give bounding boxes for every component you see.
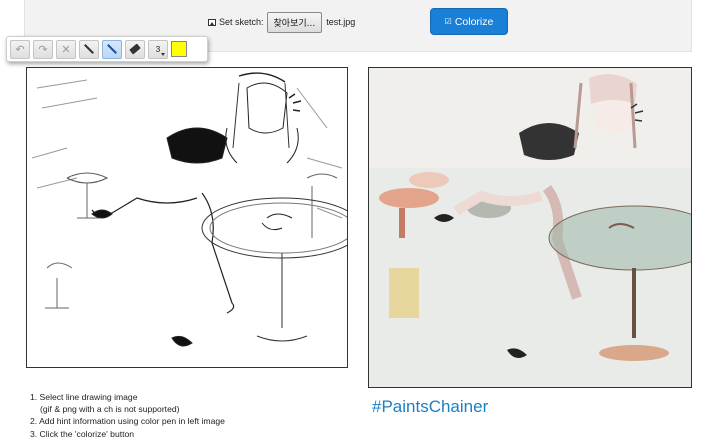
set-sketch-label: Set sketch: bbox=[219, 17, 264, 27]
colorize-label: Colorize bbox=[454, 15, 494, 28]
instruction-item: (gif & png with a ch is not supported) bbox=[40, 404, 180, 415]
instructions-list: 1. Select line drawing image (gif & png … bbox=[30, 391, 225, 440]
instruction-item: 3. Click the 'colorize' button bbox=[30, 428, 135, 439]
brand-hashtag: #PaintsChainer bbox=[372, 397, 489, 416]
pen-size-select[interactable]: 3 bbox=[148, 39, 168, 59]
redo-icon: ↷ bbox=[38, 43, 48, 56]
eraser-icon bbox=[129, 43, 141, 55]
x-icon: ✕ bbox=[61, 43, 71, 56]
undo-button[interactable]: ↶ bbox=[10, 39, 30, 59]
undo-icon: ↶ bbox=[15, 43, 25, 56]
image-icon bbox=[208, 18, 216, 26]
file-browse-button[interactable]: 찾아보기... bbox=[266, 11, 323, 33]
pen-tool-button[interactable] bbox=[102, 39, 122, 59]
colorize-button[interactable]: ☑ Colorize bbox=[430, 8, 508, 35]
colorized-illustration bbox=[369, 68, 691, 387]
colorized-result bbox=[368, 67, 692, 388]
pen-icon bbox=[107, 44, 117, 54]
drawing-toolbar: ↶ ↷ ✕ 3 bbox=[6, 36, 208, 62]
instruction-item: 2. Add hint information using color pen … bbox=[30, 416, 225, 427]
set-sketch-row: Set sketch: 찾아보기... test.jpg bbox=[208, 11, 356, 33]
eraser-tool-button[interactable] bbox=[125, 39, 145, 59]
line-tool-button[interactable] bbox=[79, 39, 99, 59]
check-icon: ☑ bbox=[444, 17, 452, 26]
redo-button[interactable]: ↷ bbox=[33, 39, 53, 59]
clear-button[interactable]: ✕ bbox=[56, 39, 76, 59]
file-name: test.jpg bbox=[326, 17, 356, 27]
sketch-canvas[interactable] bbox=[26, 67, 348, 368]
pen-color-swatch[interactable] bbox=[171, 41, 187, 57]
instruction-item: 1. Select line drawing image bbox=[30, 392, 138, 402]
line-drawing-illustration bbox=[31, 72, 347, 347]
line-icon bbox=[84, 44, 94, 54]
